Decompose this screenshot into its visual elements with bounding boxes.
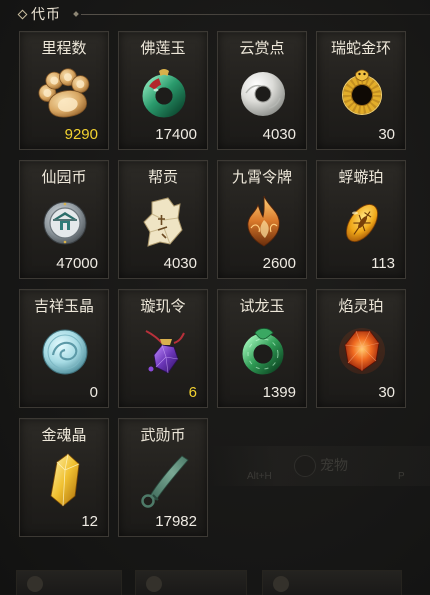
- currency-tile-guild-contribution[interactable]: 帮贡 4030: [118, 160, 208, 279]
- currency-tile-mileage[interactable]: 里程数 9290: [19, 31, 109, 150]
- currency-count: 6: [188, 384, 197, 401]
- currency-count: 4030: [163, 255, 197, 272]
- currency-name: 里程数: [41, 40, 87, 57]
- currency-name: 佛莲玉: [140, 40, 186, 57]
- currency-count: 113: [371, 255, 395, 272]
- currency-name: 武勋币: [140, 427, 186, 444]
- paw-cookie-icon: [35, 63, 95, 123]
- currency-name: 云赏点: [239, 40, 285, 57]
- currency-name: 瑞蛇金环: [330, 40, 391, 57]
- currency-tile-garden-coin[interactable]: 仙园币 47000: [19, 160, 109, 279]
- white-jade-ring-icon: [233, 63, 293, 123]
- diamond-ornament-icon: [17, 9, 28, 20]
- currency-tile-flame-spirit-amber[interactable]: 焰灵珀 30: [316, 289, 406, 408]
- tab-icon: [273, 576, 289, 592]
- flame-token-icon: [233, 192, 293, 252]
- background-pet-label: 宠物: [320, 457, 348, 473]
- currency-tile-dragon-trial-jade[interactable]: 试龙玉 1399: [217, 289, 307, 408]
- currency-count: 17400: [155, 126, 197, 143]
- currency-tile-auspicious-jade[interactable]: 吉祥玉晶 0: [19, 289, 109, 408]
- golden-crystal-icon: [35, 450, 95, 510]
- currency-tile-golden-soul-crystal[interactable]: 金魂晶 12: [19, 418, 109, 537]
- currency-count: 4030: [262, 126, 296, 143]
- header-divider: [81, 14, 430, 15]
- red-flame-gem-icon: [332, 321, 392, 381]
- section-header: 代币: [14, 5, 430, 23]
- currency-tile-mayfly-amber[interactable]: 蜉蝣珀 113: [316, 160, 406, 279]
- currency-count: 17982: [155, 513, 197, 530]
- currency-tile-xuanji-token[interactable]: 璇玑令 6: [118, 289, 208, 408]
- green-jade-ring-icon: [134, 63, 194, 123]
- currency-tile-merit-coin[interactable]: 武勋币 17982: [118, 418, 208, 537]
- currency-name: 帮贡: [147, 169, 178, 186]
- currency-count: 1399: [262, 384, 296, 401]
- dot-ornament-icon: [73, 11, 79, 17]
- silver-coin-icon: [35, 192, 95, 252]
- currency-name: 蜉蝣珀: [338, 169, 384, 186]
- background-bottom-tab: [16, 570, 122, 595]
- currency-tile-snake-ring[interactable]: 瑞蛇金环 30: [316, 31, 406, 150]
- currency-name: 焰灵珀: [338, 298, 384, 315]
- currency-count: 12: [81, 513, 98, 530]
- currency-name: 仙园币: [41, 169, 87, 186]
- currency-name: 金魂晶: [41, 427, 87, 444]
- currency-tile-cloud-reward[interactable]: 云赏点 4030: [217, 31, 307, 150]
- amber-insect-icon: [332, 192, 392, 252]
- currency-name: 吉祥玉晶: [33, 298, 94, 315]
- golden-snake-ring-icon: [332, 63, 392, 123]
- currency-tile-lotus-jade[interactable]: 佛莲玉 17400: [118, 31, 208, 150]
- paper-scroll-icon: [134, 192, 194, 252]
- blue-jade-disk-icon: [35, 321, 95, 381]
- background-bottom-tab: [262, 570, 402, 595]
- currency-count: 47000: [56, 255, 98, 272]
- green-knife-coin-icon: [134, 450, 194, 510]
- green-dragon-jade-icon: [233, 321, 293, 381]
- tab-icon: [27, 576, 43, 592]
- currency-count: 30: [378, 126, 395, 143]
- background-bottom-tab: [135, 570, 247, 595]
- background-p-key-label: P: [398, 471, 405, 482]
- currency-count: 0: [89, 384, 98, 401]
- section-title: 代币: [31, 6, 61, 22]
- currency-name: 璇玑令: [140, 298, 186, 315]
- purple-pendant-icon: [134, 321, 194, 381]
- pet-icon: [294, 455, 316, 477]
- currency-count: 2600: [262, 255, 296, 272]
- currency-name: 试龙玉: [239, 298, 285, 315]
- tab-icon: [146, 576, 162, 592]
- background-hotkey-label: Alt+H: [247, 471, 272, 482]
- currency-count: 9290: [64, 126, 98, 143]
- currency-name: 九霄令牌: [231, 169, 292, 186]
- currency-count: 30: [378, 384, 395, 401]
- currency-tile-nine-heaven-token[interactable]: 九霄令牌 2600: [217, 160, 307, 279]
